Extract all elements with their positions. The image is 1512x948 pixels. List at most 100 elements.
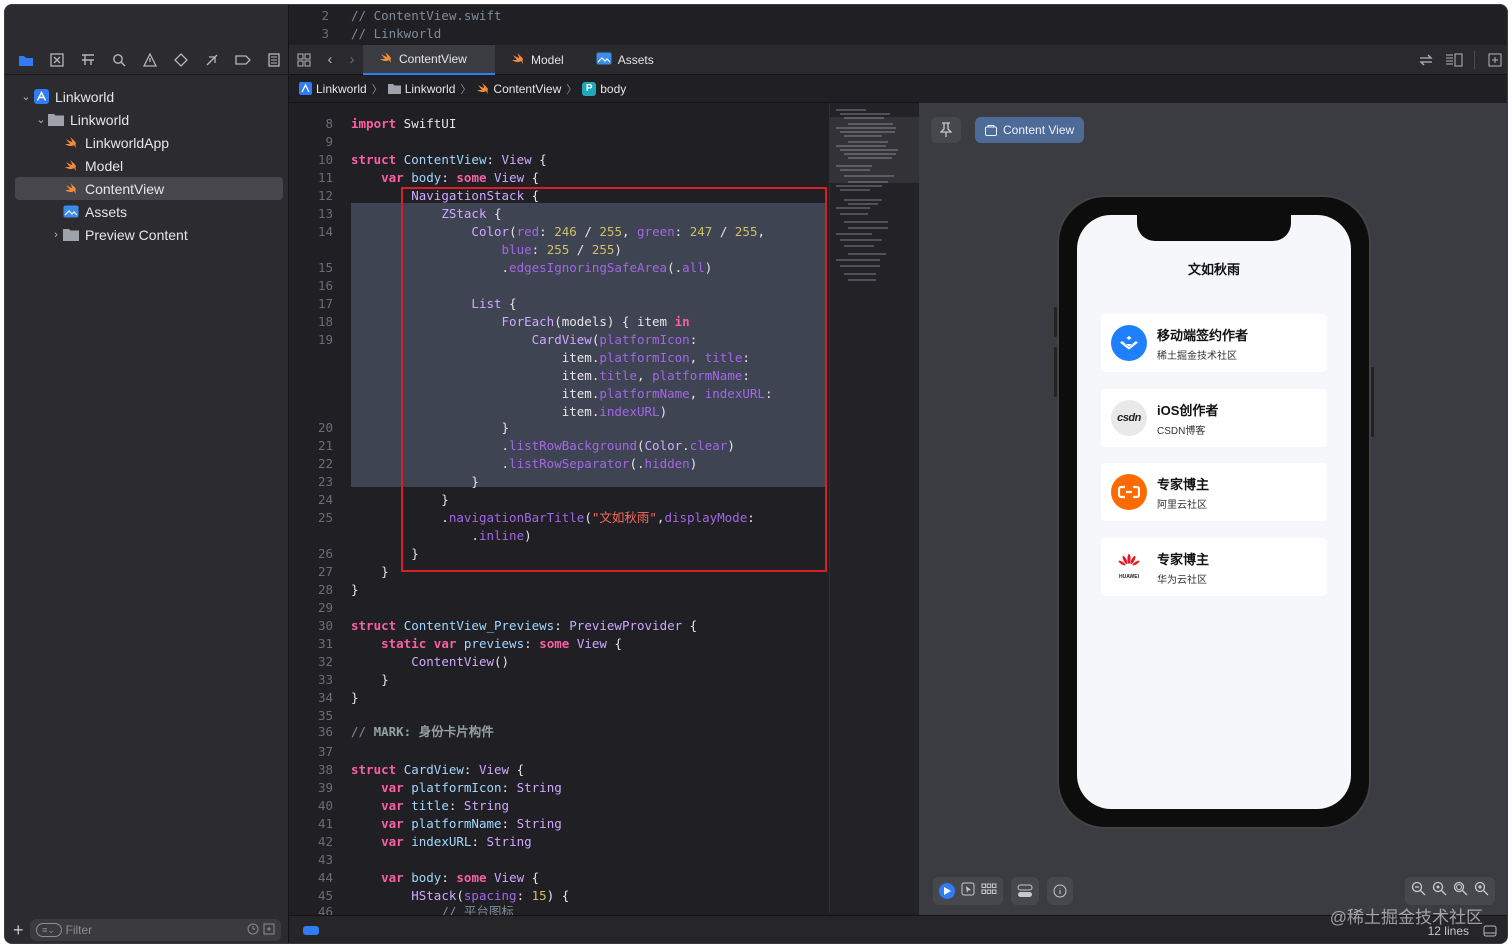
filter-placeholder: Filter xyxy=(65,923,93,937)
swap-arrows-icon[interactable] xyxy=(1412,54,1440,66)
debug-icon[interactable] xyxy=(196,48,227,72)
code-line: struct ContentView_Previews: PreviewProv… xyxy=(351,618,698,633)
live-play-icon[interactable] xyxy=(939,883,955,899)
toggle-switches-icon xyxy=(1017,884,1033,897)
breadcrumb-project[interactable]: Linkworld xyxy=(299,82,367,96)
zoom-controls xyxy=(1405,877,1495,905)
huawei-petals-icon xyxy=(1118,554,1140,573)
profile-card[interactable]: csdn iOS创作者 CSDN博客 xyxy=(1101,389,1327,447)
issue-warning-icon[interactable] xyxy=(135,48,166,72)
highlight-box xyxy=(401,187,827,572)
minimap-line xyxy=(840,189,870,191)
line-number xyxy=(289,367,333,385)
breadcrumb-folder[interactable]: Linkworld xyxy=(387,82,455,96)
card-title: 专家博主 xyxy=(1157,551,1210,567)
minimap-line xyxy=(836,233,872,235)
line-number: 3 xyxy=(321,26,329,41)
tree-item-label: Model xyxy=(85,157,124,174)
preview-selector-button[interactable]: Content View xyxy=(975,117,1085,143)
line-number: 32 xyxy=(317,654,333,669)
chevron-down-icon[interactable]: ⌄ xyxy=(34,113,48,126)
tree-item-linkworld[interactable]: ⌄ Linkworld xyxy=(5,108,289,131)
line-number: 15 xyxy=(317,260,333,275)
code-line: var body: some View { xyxy=(381,870,540,885)
forward-chevron-icon[interactable]: › xyxy=(341,51,363,68)
minimap-viewport[interactable] xyxy=(830,117,920,183)
phone-screen: 文如秋雨 移动端签约作者 稀土掘金技术社区 csdn iOS创作者 CSDN博客 专家博主… xyxy=(1077,215,1351,809)
minimap-line xyxy=(844,245,874,247)
profile-card[interactable]: 移动端签约作者 稀土掘金技术社区 xyxy=(1101,314,1327,372)
swift-icon xyxy=(477,82,489,94)
project-navigator-icon[interactable] xyxy=(11,48,42,72)
minimap-line xyxy=(840,265,880,267)
breadcrumb-file[interactable]: ContentView xyxy=(476,82,561,96)
tab-assets[interactable]: Assets xyxy=(580,45,670,75)
minimap-line xyxy=(844,273,876,275)
tree-item-linkworld[interactable]: ⌄ Linkworld xyxy=(5,85,289,108)
search-icon[interactable] xyxy=(104,48,135,72)
preview-mode-group xyxy=(933,877,1003,905)
chevron-down-icon[interactable]: ⌄ xyxy=(19,90,33,103)
breakpoint-icon[interactable] xyxy=(227,48,258,72)
device-settings-button[interactable] xyxy=(1011,877,1039,905)
chevron-right-icon[interactable]: › xyxy=(49,229,63,241)
minimap-line xyxy=(844,199,882,201)
minimap-line xyxy=(836,207,870,209)
card-title: 专家博主 xyxy=(1157,476,1210,492)
tab-label: Model xyxy=(531,52,564,67)
tab-model[interactable]: Model xyxy=(495,45,580,75)
tree-item-linkworldapp[interactable]: LinkworldApp xyxy=(5,131,289,154)
hide-panel-icon[interactable] xyxy=(1483,924,1497,942)
source-control-icon[interactable] xyxy=(42,48,73,72)
juejin-logo xyxy=(1111,325,1147,361)
profile-card[interactable]: HUAWEI 专家博主 华为云社区 xyxy=(1101,538,1327,596)
tree-item-assets[interactable]: Assets xyxy=(5,200,289,223)
line-number: 22 xyxy=(317,456,333,471)
tree-item-model[interactable]: Model xyxy=(5,154,289,177)
tree-item-preview-content[interactable]: › Preview Content xyxy=(5,223,289,246)
source-control-filter-icon[interactable] xyxy=(263,923,275,938)
selectable-cursor-icon[interactable] xyxy=(961,882,975,901)
line-number: 18 xyxy=(317,314,333,329)
tree-item-contentview[interactable]: ContentView xyxy=(15,177,283,200)
info-circle-icon xyxy=(1053,884,1067,898)
line-number xyxy=(289,349,333,367)
pin-icon[interactable] xyxy=(931,117,961,143)
inspector-lines-icon[interactable] xyxy=(1440,53,1468,67)
back-chevron-icon[interactable]: ‹ xyxy=(319,51,341,68)
code-line: } xyxy=(351,582,359,597)
grid-icon[interactable] xyxy=(289,53,319,67)
zoom-actual-icon[interactable] xyxy=(1453,881,1468,901)
zoom-out-icon[interactable] xyxy=(1411,881,1426,901)
code-comment[interactable]: // ContentView.swift xyxy=(351,7,502,25)
recent-files-icon[interactable] xyxy=(247,923,259,938)
swift-icon xyxy=(63,158,79,174)
symbol-navigator-icon[interactable] xyxy=(73,48,104,72)
filter-options-icon[interactable]: ≡⌄ xyxy=(35,923,62,937)
zoom-in-icon[interactable] xyxy=(1474,881,1489,901)
device-info-button[interactable] xyxy=(1047,877,1073,905)
jump-bar: Linkworld 〉 Linkworld 〉 ContentView 〉 Pb… xyxy=(289,75,919,103)
navigator-toolbar xyxy=(5,45,289,75)
line-number: 29 xyxy=(317,600,333,615)
line-number: 37 xyxy=(317,744,333,759)
add-editor-icon[interactable] xyxy=(1481,53,1507,67)
code-area[interactable]: 8 9 10 11 12 13 14 15 16 17 18 19 20 21 22 23 24 25 26 27 28… xyxy=(289,103,920,919)
debug-area-toggle-icon[interactable] xyxy=(303,926,319,935)
minimap[interactable] xyxy=(829,103,920,913)
variants-grid-icon[interactable] xyxy=(981,882,997,900)
profile-card[interactable]: 专家博主 阿里云社区 xyxy=(1101,463,1327,521)
line-number: 13 xyxy=(317,206,333,221)
tab-contentview[interactable]: ContentView xyxy=(363,44,495,75)
tabs: ContentView Model Assets xyxy=(363,44,670,75)
test-diamond-icon[interactable] xyxy=(165,48,196,72)
code-comment[interactable]: // Linkworld xyxy=(351,25,441,43)
project-icon xyxy=(33,89,49,105)
breadcrumb-symbol[interactable]: Pbody xyxy=(582,81,626,96)
line-number: 41 xyxy=(317,816,333,831)
filter-input[interactable]: ≡⌄ Filter xyxy=(29,919,281,941)
add-icon[interactable]: + xyxy=(13,920,24,941)
report-icon[interactable] xyxy=(258,48,289,72)
minimap-line xyxy=(840,213,868,215)
zoom-fit-icon[interactable] xyxy=(1432,881,1447,901)
